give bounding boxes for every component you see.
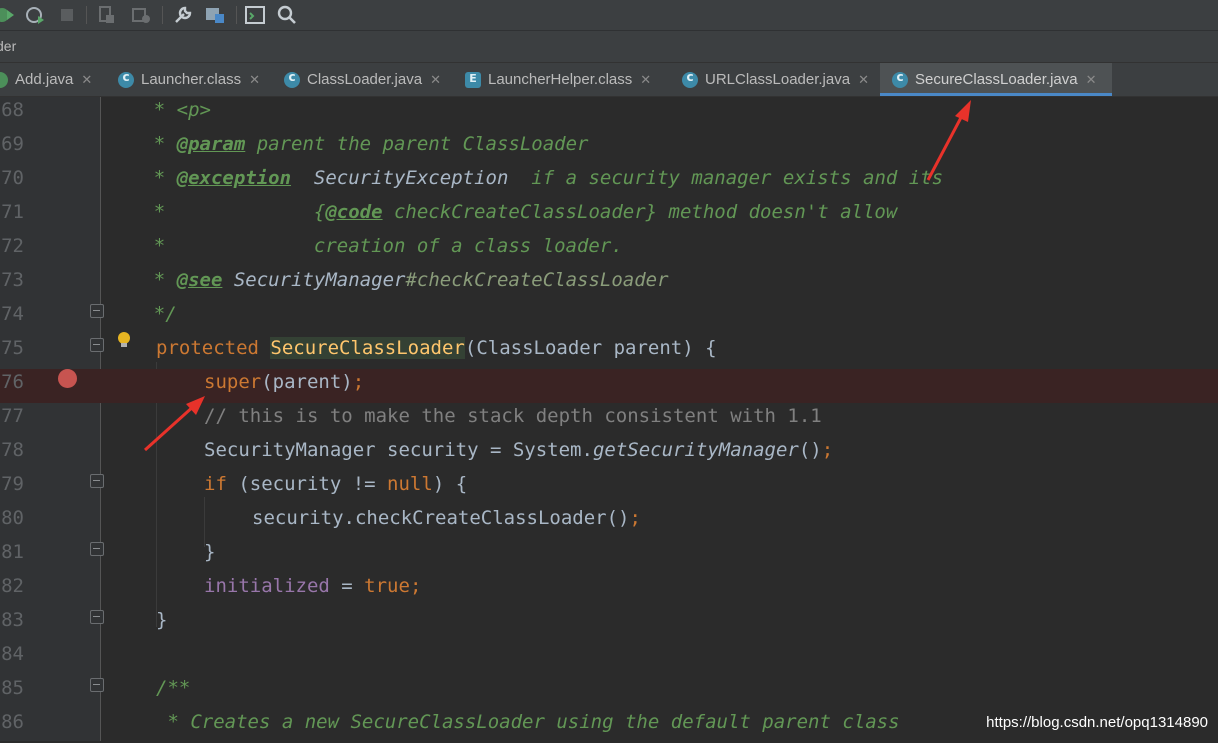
main-toolbar xyxy=(0,0,1218,31)
rebuild-icon[interactable] xyxy=(130,4,152,26)
line-number: 80 xyxy=(1,507,24,529)
line-number: 82 xyxy=(1,575,24,597)
code-line[interactable]: 78 SecurityManager security = System.get… xyxy=(0,437,1218,471)
fold-marker-icon[interactable] xyxy=(90,338,104,352)
build-icon[interactable] xyxy=(96,4,118,26)
close-icon[interactable]: ✕ xyxy=(858,72,869,88)
class-file-icon xyxy=(682,70,698,88)
tab-label: Launcher.class xyxy=(141,71,242,88)
code-line[interactable]: 80 security.checkCreateClassLoader(); xyxy=(0,505,1218,539)
line-number: 84 xyxy=(1,643,24,665)
line-number: 69 xyxy=(1,133,24,155)
code-line-breakpoint[interactable]: 76 super(parent); xyxy=(0,369,1218,403)
tab-label: ClassLoader.java xyxy=(307,71,423,88)
code-line[interactable]: 73 * @see SecurityManager#checkCreateCla… xyxy=(0,267,1218,301)
line-number: 74 xyxy=(1,303,24,325)
lightbulb-icon[interactable] xyxy=(117,331,131,349)
breadcrumb-text[interactable]: der xyxy=(0,31,16,62)
tab-label: Add.java xyxy=(15,71,74,88)
line-number: 86 xyxy=(1,711,24,733)
code-line[interactable]: 79 if (security != null) { xyxy=(0,471,1218,505)
search-icon[interactable] xyxy=(276,4,298,26)
line-number: 85 xyxy=(1,677,24,699)
line-number: 75 xyxy=(1,337,24,359)
line-number: 71 xyxy=(1,201,24,223)
stop-icon[interactable] xyxy=(56,4,78,26)
tab-add-java[interactable]: Add.java ✕ xyxy=(0,63,98,96)
watermark: https://blog.csdn.net/opq1314890 xyxy=(986,714,1208,731)
line-number: 77 xyxy=(1,405,24,427)
code-line[interactable]: 77 // this is to make the stack depth co… xyxy=(0,403,1218,437)
tab-secureclassloader-java[interactable]: SecureClassLoader.java ✕ xyxy=(880,63,1112,96)
run-icon[interactable] xyxy=(0,4,16,26)
code-editor[interactable]: 68 * <p> 69 * @param parent the parent C… xyxy=(0,97,1218,741)
fold-marker-icon[interactable] xyxy=(90,610,104,624)
line-number: 73 xyxy=(1,269,24,291)
code-line[interactable]: 68 * <p> xyxy=(0,97,1218,131)
breadcrumb: der xyxy=(0,31,1218,63)
close-icon[interactable]: ✕ xyxy=(640,72,651,88)
close-icon[interactable]: ✕ xyxy=(81,72,92,88)
code-line[interactable]: 83 } xyxy=(0,607,1218,641)
close-icon[interactable]: ✕ xyxy=(249,72,260,88)
tab-label: LauncherHelper.class xyxy=(488,71,633,88)
class-file-icon xyxy=(118,70,134,88)
code-line[interactable]: 84 xyxy=(0,641,1218,675)
breakpoint-icon[interactable] xyxy=(58,369,77,388)
line-number: 79 xyxy=(1,473,24,495)
java-file-icon xyxy=(0,71,8,88)
line-number: 76 xyxy=(1,371,24,393)
code-line[interactable]: 81 } xyxy=(0,539,1218,573)
code-line[interactable]: 72 * creation of a class loader. xyxy=(0,233,1218,267)
tab-label: SecureClassLoader.java xyxy=(915,71,1078,88)
line-number: 78 xyxy=(1,439,24,461)
fold-marker-icon[interactable] xyxy=(90,474,104,488)
close-icon[interactable]: ✕ xyxy=(430,72,441,88)
code-line[interactable]: 69 * @param parent the parent ClassLoade… xyxy=(0,131,1218,165)
close-icon[interactable]: ✕ xyxy=(1086,72,1097,88)
line-number: 81 xyxy=(1,541,24,563)
enum-file-icon xyxy=(465,71,481,88)
tab-launcher-class[interactable]: Launcher.class ✕ xyxy=(118,63,268,96)
class-file-icon xyxy=(892,70,908,88)
code-line[interactable]: 71 * {@code checkCreateClassLoader} meth… xyxy=(0,199,1218,233)
terminal-icon[interactable] xyxy=(244,4,266,26)
code-line[interactable]: 74 */ xyxy=(0,301,1218,335)
debug-icon[interactable] xyxy=(24,4,46,26)
fold-marker-icon[interactable] xyxy=(90,542,104,556)
code-line[interactable]: 75 protected SecureClassLoader(ClassLoad… xyxy=(0,335,1218,369)
tab-urlclassloader-java[interactable]: URLClassLoader.java ✕ xyxy=(682,63,874,96)
editor-tabs: Add.java ✕ Launcher.class ✕ ClassLoader.… xyxy=(0,63,1218,97)
class-file-icon xyxy=(284,70,300,88)
line-number: 72 xyxy=(1,235,24,257)
code-line[interactable]: 82 initialized = true; xyxy=(0,573,1218,607)
tab-label: URLClassLoader.java xyxy=(705,71,851,88)
line-number: 83 xyxy=(1,609,24,631)
settings-icon[interactable] xyxy=(172,4,194,26)
line-number: 70 xyxy=(1,167,24,189)
line-number: 68 xyxy=(1,99,24,121)
code-line[interactable]: 70 * @exception SecurityException if a s… xyxy=(0,165,1218,199)
fold-marker-icon[interactable] xyxy=(90,678,104,692)
tab-launcherhelper-class[interactable]: LauncherHelper.class ✕ xyxy=(465,63,665,96)
fold-marker-icon[interactable] xyxy=(90,304,104,318)
tab-classloader-java[interactable]: ClassLoader.java ✕ xyxy=(284,63,448,96)
code-line[interactable]: 85 /** xyxy=(0,675,1218,709)
project-structure-icon[interactable] xyxy=(204,4,226,26)
